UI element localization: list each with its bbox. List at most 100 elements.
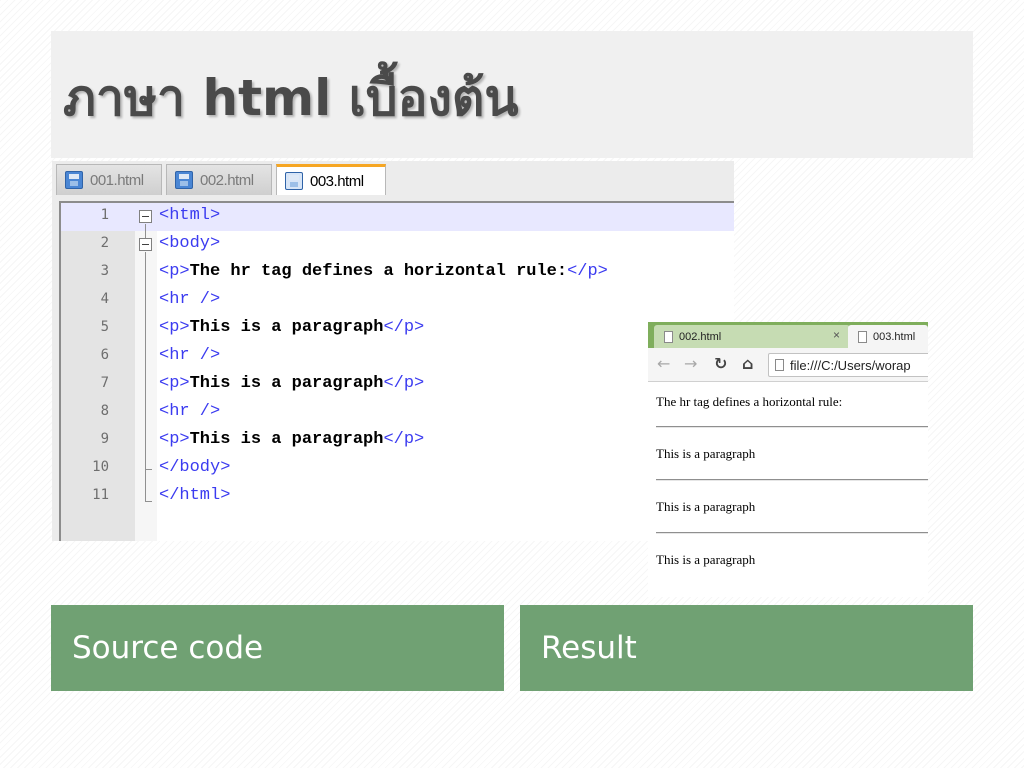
fold-guide <box>145 224 146 238</box>
code-tag-token: </p> <box>383 374 425 393</box>
line-number: 9 <box>100 431 109 447</box>
editor-tab-label: 001.html <box>90 171 144 189</box>
page-icon <box>664 330 673 343</box>
fold-guide <box>145 252 146 502</box>
code-line[interactable]: 3 <p>The hr tag defines a horizontal rule… <box>61 259 734 287</box>
slide-title-bar: ภาษา html เบื้องต้น <box>51 31 973 158</box>
code-text-token: This is a paragraph <box>189 430 384 449</box>
editor-tab-001[interactable]: 001.html <box>56 164 162 195</box>
editor-tab-bar: 001.html 002.html 003.html <box>52 161 734 195</box>
line-number: 5 <box>100 319 109 335</box>
line-number: 11 <box>92 487 109 503</box>
line-number: 6 <box>100 347 109 363</box>
rendered-paragraph: This is a paragraph <box>656 552 756 567</box>
code-tag-token: </body> <box>159 458 231 477</box>
caption-result: Result <box>520 605 973 691</box>
code-line[interactable]: 11 </html> <box>61 483 734 511</box>
caption-source-code: Source code <box>51 605 504 691</box>
fold-guide-end <box>145 501 152 502</box>
browser-result-screenshot: 002.html × 003.html ← → ↻ ⌂ file:///C:/U… <box>648 322 928 597</box>
browser-tab-label: 002.html <box>679 330 722 343</box>
code-text: </html> <box>159 486 230 505</box>
line-number: 8 <box>100 403 109 419</box>
code-text: <hr /> <box>159 402 220 421</box>
code-line[interactable]: 10 </body> <box>61 455 734 483</box>
code-text: <p>This is a paragraph</p> <box>159 374 424 393</box>
rendered-paragraph: This is a paragraph <box>656 499 756 514</box>
code-tag-token: <html> <box>159 206 221 225</box>
code-text: <html> <box>159 206 220 225</box>
reload-icon[interactable]: ↻ <box>714 354 727 373</box>
horizontal-rule <box>656 532 928 534</box>
code-tag-token: <p> <box>159 374 190 393</box>
code-text: <p>This is a paragraph</p> <box>159 318 424 337</box>
code-text-token: This is a paragraph <box>189 318 384 337</box>
editor-text-area[interactable]: 1 <html> 2 <body> 3 <p>The hr tag defines a h… <box>59 201 734 541</box>
code-tag-token: <p> <box>159 318 190 337</box>
browser-tab-003[interactable]: 003.html <box>848 325 928 348</box>
code-text: <body> <box>159 234 220 253</box>
editor-tab-002[interactable]: 002.html <box>166 164 272 195</box>
code-tag-token: <body> <box>159 234 221 253</box>
code-text: <hr /> <box>159 346 220 365</box>
code-line[interactable]: 9 <p>This is a paragraph</p> <box>61 427 734 455</box>
code-tag-token: <hr /> <box>159 402 221 421</box>
editor-tab-label: 003.html <box>310 172 364 190</box>
browser-toolbar: ← → ↻ ⌂ file:///C:/Users/worap <box>648 348 928 382</box>
caption-label: Result <box>541 630 637 666</box>
editor-tab-label: 002.html <box>200 171 254 189</box>
rendered-page: The hr tag defines a horizontal rule: Th… <box>648 382 928 597</box>
code-line[interactable]: 7 <p>This is a paragraph</p> <box>61 371 734 399</box>
page-icon <box>858 330 867 343</box>
code-line[interactable]: 2 <body> <box>61 231 734 259</box>
slide-title: ภาษา html เบื้องต้น <box>63 69 519 127</box>
line-number: 1 <box>100 207 109 223</box>
code-tag-token: </p> <box>567 262 608 281</box>
rendered-paragraph: The hr tag defines a horizontal rule: <box>656 394 843 409</box>
code-tag-token: </html> <box>159 486 231 505</box>
code-text: <p>This is a paragraph</p> <box>159 430 424 449</box>
forward-arrow-icon[interactable]: → <box>684 354 697 373</box>
save-file-icon <box>285 172 303 190</box>
close-tab-icon[interactable]: × <box>833 328 840 342</box>
code-tag-token: <p> <box>159 430 190 449</box>
fold-toggle-html-icon[interactable] <box>139 210 152 223</box>
line-number: 10 <box>92 459 109 475</box>
code-tag-token: <hr /> <box>159 290 221 309</box>
line-number: 3 <box>100 263 109 279</box>
horizontal-rule <box>656 426 928 428</box>
home-icon[interactable]: ⌂ <box>742 354 753 373</box>
code-line[interactable]: 5 <p>This is a paragraph</p> <box>61 315 734 343</box>
line-number: 4 <box>100 291 109 307</box>
code-text-token: The hr tag defines a horizontal rule: <box>189 262 568 281</box>
fold-guide-end <box>145 469 152 470</box>
code-text-token: This is a paragraph <box>189 374 384 393</box>
code-text: </body> <box>159 458 230 477</box>
horizontal-rule <box>656 479 928 481</box>
code-tag-token: </p> <box>383 430 425 449</box>
code-text: <hr /> <box>159 290 220 309</box>
save-file-icon <box>175 171 193 189</box>
editor-tab-003[interactable]: 003.html <box>276 164 386 195</box>
line-number: 2 <box>100 235 109 251</box>
line-number: 7 <box>100 375 109 391</box>
browser-tab-bar: 002.html × 003.html <box>648 322 928 348</box>
code-line[interactable]: 4 <hr /> <box>61 287 734 315</box>
browser-tab-label: 003.html <box>873 330 916 343</box>
save-file-icon <box>65 171 83 189</box>
code-line[interactable]: 1 <html> <box>61 203 734 231</box>
code-line[interactable]: 6 <hr /> <box>61 343 734 371</box>
page-icon <box>775 359 784 371</box>
code-text: <p>The hr tag defines a horizontal rule:… <box>159 262 608 281</box>
code-editor-screenshot: 001.html 002.html 003.html 1 <html> 2 <body… <box>52 161 734 541</box>
address-bar[interactable]: file:///C:/Users/worap <box>768 353 928 377</box>
caption-label: Source code <box>72 630 264 666</box>
code-tag-token: <p> <box>159 262 190 281</box>
fold-toggle-body-icon[interactable] <box>139 238 152 251</box>
code-line[interactable]: 8 <hr /> <box>61 399 734 427</box>
back-arrow-icon[interactable]: ← <box>657 354 670 373</box>
browser-tab-002[interactable]: 002.html × <box>654 325 850 348</box>
code-tag-token: </p> <box>383 318 425 337</box>
address-text: file:///C:/Users/worap <box>790 357 911 373</box>
code-tag-token: <hr /> <box>159 346 221 365</box>
